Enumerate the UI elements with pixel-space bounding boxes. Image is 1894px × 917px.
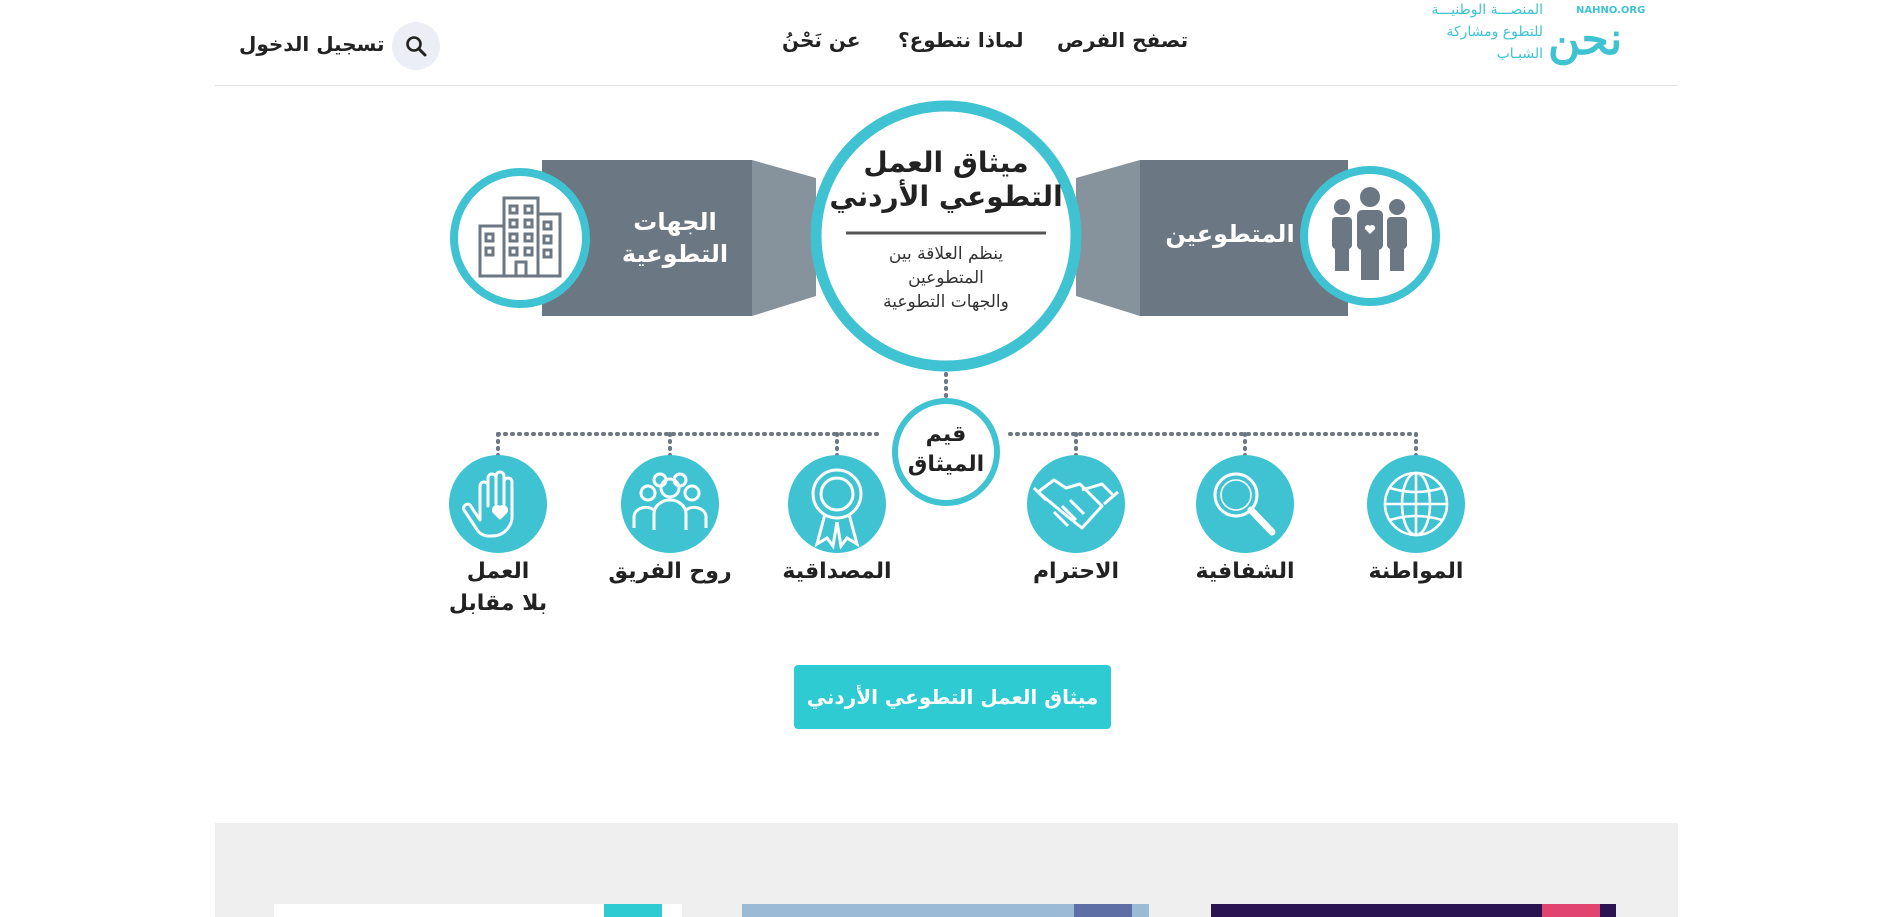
value-label-citizenship: المواطنة xyxy=(1368,559,1464,584)
value-circle-transparency xyxy=(1196,455,1294,553)
charter-center-circle xyxy=(810,100,1082,372)
volunteers-ribbon-fold xyxy=(1076,160,1140,316)
values-hub-line-1: قيم xyxy=(925,422,967,447)
charter-graphic xyxy=(449,100,1465,553)
organizations-label: الجهات التطوعية xyxy=(600,206,750,270)
charter-subtitle-line-3: والجهات التطوعية xyxy=(883,292,1009,312)
charter-title: ميثاق العمل التطوعي الأردني xyxy=(826,146,1066,214)
value-label-volunteering: العمل بلا مقابل xyxy=(413,556,583,620)
card-3-badge xyxy=(604,904,662,917)
value-label-respect: الاحترام xyxy=(1032,559,1120,584)
value-label-volunteering-line-2: بلا مقابل xyxy=(448,591,548,616)
people-icon xyxy=(1332,187,1407,280)
card-1-badge xyxy=(1542,904,1600,917)
charter-cta-button[interactable]: ميثاق العمل التطوعي الأردني xyxy=(794,665,1111,729)
organizations-label-line-2: التطوعية xyxy=(621,240,729,268)
organizations-icon-circle xyxy=(450,168,590,308)
card-2-badge xyxy=(1074,904,1132,917)
charter-subtitle-line-2: المتطوعين xyxy=(908,268,984,288)
charter-subtitle-line-1: ينظم العلاقة بين xyxy=(888,244,1004,264)
organizations-ribbon-fold xyxy=(752,160,816,316)
value-label-transparency: الشفافية xyxy=(1195,559,1295,584)
organizations-label-line-1: الجهات xyxy=(633,208,717,236)
volunteers-label: المتطوعين xyxy=(1165,220,1295,248)
value-circle-teamwork xyxy=(621,455,719,553)
charter-title-line-2: التطوعي الأردني xyxy=(829,180,1063,213)
charter-title-line-1: ميثاق العمل xyxy=(863,146,1029,179)
globe-icon xyxy=(1383,471,1449,537)
cards-section xyxy=(215,823,1678,917)
value-circle-volunteering xyxy=(449,455,547,553)
charter-infographic: ميثاق العمل التطوعي الأردني ينظم العلاقة… xyxy=(0,0,1894,640)
values-hub-line-2: الميثاق xyxy=(907,452,985,477)
value-label-teamwork: روح الفريق xyxy=(608,559,732,584)
values-hub-label: قيم الميثاق xyxy=(896,420,996,480)
value-label-volunteering-line-1: العمل xyxy=(466,559,530,584)
value-label-credibility: المصداقية xyxy=(782,559,892,584)
charter-subtitle: ينظم العلاقة بين المتطوعين والجهات التطو… xyxy=(846,242,1046,314)
